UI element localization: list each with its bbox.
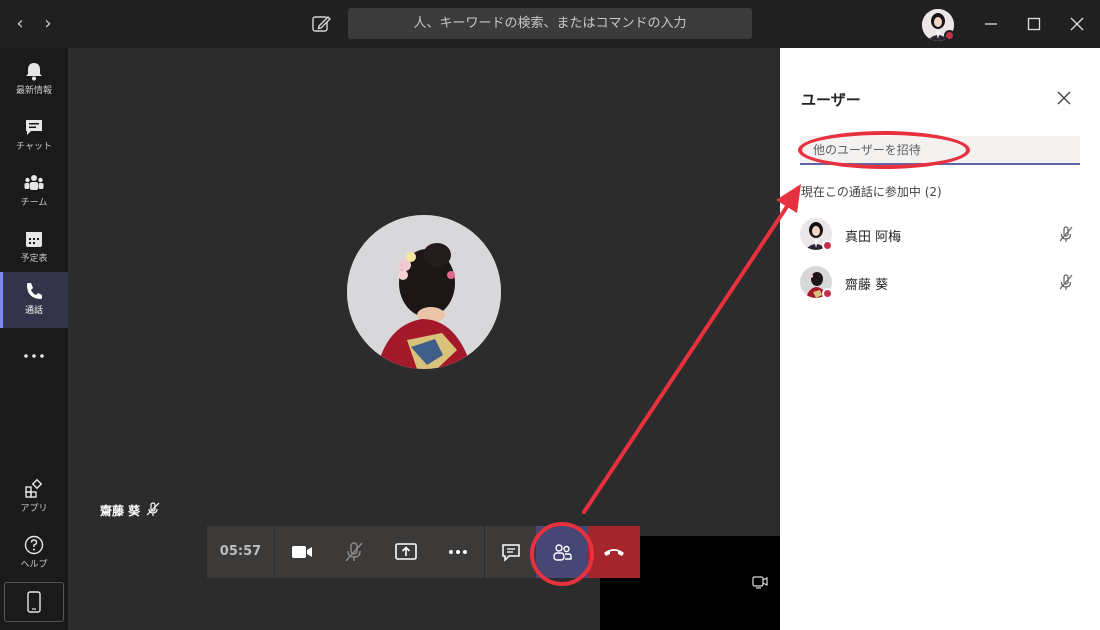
call-timer: 05:57 [207,526,275,578]
chevron-down-icon: ▼ [792,189,799,199]
apps-icon [25,478,43,498]
rail-item-apps[interactable]: アプリ [0,470,68,526]
mic-off-icon [345,542,363,562]
participants-panel: ユーザー ▼現在この通話に参加中 (2) 真田 阿梅 [780,48,1100,630]
in-call-section-header[interactable]: ▼ 現在この通話に参加中 (2) [792,183,942,200]
more-actions-icon [449,550,467,554]
chat-icon [502,544,520,562]
presence-busy-badge [822,240,833,251]
rail-more-button[interactable] [0,336,68,376]
share-screen-button[interactable] [380,526,432,578]
rail-item-label: 最新情報 [15,86,52,96]
close-icon [1070,17,1084,31]
more-actions-button[interactable] [432,526,484,578]
rail-item-chat[interactable]: チャット [0,108,68,164]
rail-item-label: チーム [20,198,48,208]
phone-icon [27,283,42,299]
close-window-button[interactable] [1064,12,1090,36]
title-bar: ‹ › 人、キーワードの検索、またはコマンドの入力 [0,0,1100,48]
mobile-device-icon [27,591,41,613]
maximize-icon [1027,17,1041,31]
camera-toggle-button[interactable] [276,526,328,578]
minimize-button[interactable] [978,12,1004,36]
forward-button[interactable]: › [36,12,60,36]
device-button[interactable] [4,582,64,622]
participant-name: 齋藤 葵 [845,278,889,293]
chevron-right-icon: › [44,13,52,34]
app-rail: 最新情報 チャット チーム 予定表 通話 アプリ ヘルプ [0,48,68,630]
invite-people-input[interactable] [800,136,1080,165]
switch-device-button[interactable] [751,573,769,591]
rail-item-label: 予定表 [20,254,48,264]
compose-button[interactable] [308,11,334,37]
close-icon [1057,91,1071,105]
mic-toggle-button[interactable] [328,526,380,578]
hang-up-button[interactable] [588,526,640,578]
compose-icon [312,16,331,32]
maximize-button[interactable] [1021,12,1047,36]
share-screen-icon [395,543,417,560]
mic-off-icon [1059,226,1073,242]
rail-item-label: 通話 [24,306,43,316]
teams-icon [24,175,44,190]
section-label: 現在この通話に参加中 (2) [800,185,942,199]
rail-item-activity[interactable]: 最新情報 [0,52,68,108]
search-input[interactable]: 人、キーワードの検索、またはコマンドの入力 [348,8,752,39]
presence-busy-badge [944,30,955,41]
rail-item-calendar[interactable]: 予定表 [0,220,68,276]
chevron-left-icon: ‹ [16,13,24,34]
rail-item-label: チャット [16,142,52,152]
people-icon [553,544,572,561]
more-icon [24,354,44,358]
rail-item-label: ヘルプ [20,560,48,570]
participant-name: 真田 阿梅 [845,230,902,245]
participant-photo-icon [347,215,501,369]
video-icon [292,546,312,558]
rail-item-label: アプリ [20,504,48,514]
participant-row[interactable]: 齋藤 葵 [800,266,1080,306]
rail-item-calls[interactable]: 通話 [0,272,68,328]
back-button[interactable]: ‹ [8,12,32,36]
rail-item-help[interactable]: ヘルプ [0,526,68,582]
rail-item-teams[interactable]: チーム [0,164,68,220]
participant-avatar [347,215,501,369]
minimize-icon [985,23,997,25]
calendar-icon [26,232,42,247]
mic-off-icon [146,502,160,516]
help-icon [24,535,44,555]
participant-name-label: 齋藤 葵 [100,504,141,518]
presence-busy-badge [822,288,833,299]
bell-icon [26,63,42,81]
participant-row[interactable]: 真田 阿梅 [800,218,1080,258]
show-participants-button[interactable] [536,526,588,578]
chat-icon [26,120,42,135]
close-panel-button[interactable] [1054,88,1074,108]
panel-title: ユーザー [801,91,861,109]
mic-off-icon [1059,274,1073,290]
hangup-icon [604,549,624,556]
video-switch-icon [752,576,768,589]
show-conversation-button[interactable] [485,526,537,578]
